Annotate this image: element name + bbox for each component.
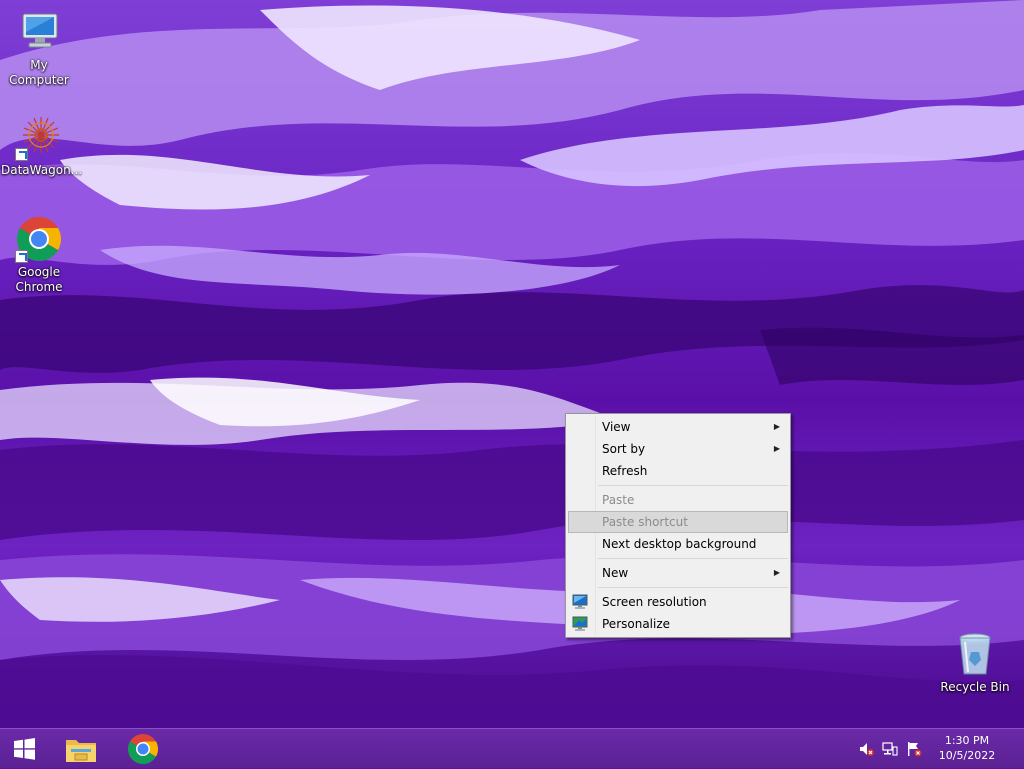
- desktop-icon-label: Google Chrome: [15, 265, 63, 294]
- menu-item-paste-shortcut: Paste shortcut: [568, 511, 788, 533]
- windows-logo-icon: [14, 738, 35, 760]
- clock-time: 1:30 PM: [944, 734, 990, 747]
- submenu-arrow-icon: ▶: [773, 444, 780, 453]
- shortcut-arrow-icon: [15, 148, 28, 161]
- menu-item-new[interactable]: New ▶: [568, 562, 788, 584]
- menu-item-label: Personalize: [602, 617, 671, 631]
- desktop-icon-my-computer[interactable]: My Computer: [1, 8, 77, 88]
- datawagon-logo-icon: [15, 113, 63, 161]
- chrome-icon: [15, 215, 63, 263]
- computer-icon: [15, 8, 63, 56]
- desktop-icon-recycle-bin[interactable]: Recycle Bin: [937, 630, 1013, 695]
- desktop-icon-datawagon[interactable]: DataWagon...: [1, 113, 83, 178]
- menu-item-label: Refresh: [602, 464, 648, 478]
- menu-item-view[interactable]: View ▶: [568, 416, 788, 438]
- desktop-icon-google-chrome[interactable]: Google Chrome: [1, 215, 77, 295]
- menu-item-paste: Paste: [568, 489, 788, 511]
- start-button[interactable]: [4, 732, 44, 766]
- wallpaper-waves: [0, 0, 1024, 728]
- taskbar-clock[interactable]: 1:30 PM 10/5/2022: [932, 733, 1002, 763]
- menu-item-label: View: [602, 420, 631, 434]
- desktop-wallpaper[interactable]: [0, 0, 1024, 728]
- action-center-flag-icon[interactable]: [906, 741, 922, 757]
- desktop-icon-label: DataWagon...: [1, 163, 83, 177]
- menu-item-screen-resolution[interactable]: Screen resolution: [568, 591, 788, 613]
- menu-item-next-desktop-background[interactable]: Next desktop background: [568, 533, 788, 555]
- personalize-icon: [572, 616, 588, 632]
- desktop-icon-label: My Computer: [9, 58, 69, 87]
- menu-item-label: Sort by: [602, 442, 646, 456]
- menu-item-label: Paste: [602, 493, 635, 507]
- chrome-icon: [127, 734, 159, 765]
- menu-item-label: New: [602, 566, 629, 580]
- shortcut-arrow-icon: [15, 250, 28, 263]
- desktop-context-menu: View ▶ Sort by ▶ Refresh Paste Paste sho…: [565, 413, 791, 638]
- network-icon[interactable]: [882, 741, 898, 757]
- menu-item-label: Screen resolution: [602, 595, 707, 609]
- menu-item-label: Paste shortcut: [602, 515, 688, 529]
- menu-item-label: Next desktop background: [602, 537, 757, 551]
- recycle-bin-icon: [951, 630, 999, 678]
- volume-muted-icon[interactable]: [858, 741, 874, 757]
- menu-separator: [598, 587, 788, 588]
- clock-date: 10/5/2022: [938, 749, 996, 762]
- system-tray: 1:30 PM 10/5/2022: [854, 729, 1024, 769]
- menu-separator: [598, 485, 788, 486]
- taskbar-file-explorer-button[interactable]: [61, 732, 101, 766]
- submenu-arrow-icon: ▶: [773, 568, 780, 577]
- taskbar: 1:30 PM 10/5/2022: [0, 728, 1024, 768]
- monitor-icon: [572, 594, 588, 610]
- menu-item-sort-by[interactable]: Sort by ▶: [568, 438, 788, 460]
- submenu-arrow-icon: ▶: [773, 422, 780, 431]
- file-explorer-icon: [66, 740, 96, 762]
- desktop-icon-label: Recycle Bin: [940, 680, 1010, 694]
- menu-separator: [598, 558, 788, 559]
- taskbar-chrome-button[interactable]: [123, 732, 163, 766]
- menu-item-refresh[interactable]: Refresh: [568, 460, 788, 482]
- menu-item-personalize[interactable]: Personalize: [568, 613, 788, 635]
